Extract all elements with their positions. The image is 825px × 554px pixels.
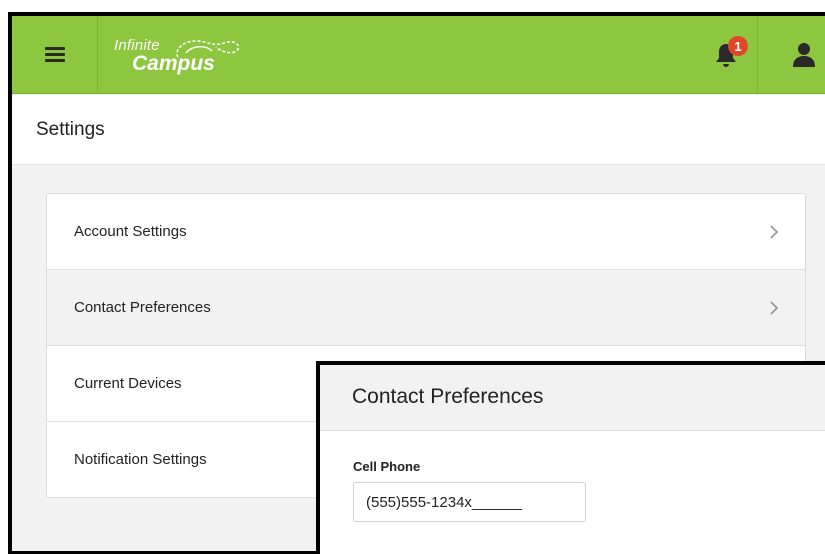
cell-phone-input[interactable] xyxy=(353,482,586,522)
hamburger-icon xyxy=(44,47,65,63)
settings-item-label: Account Settings xyxy=(74,223,187,240)
page-title: Settings xyxy=(36,119,105,140)
settings-item-label: Notification Settings xyxy=(74,451,207,468)
settings-item-account-settings[interactable]: Account Settings xyxy=(47,194,805,270)
settings-item-label: Current Devices xyxy=(74,375,182,392)
detail-panel-header: Contact Preferences xyxy=(320,365,825,431)
user-icon xyxy=(793,43,815,67)
notifications-button[interactable]: 1 xyxy=(694,16,758,94)
user-account-button[interactable] xyxy=(774,16,825,94)
page-header: Settings xyxy=(12,95,825,165)
cell-phone-label: Cell Phone xyxy=(353,459,421,474)
chevron-right-icon xyxy=(770,301,779,315)
main-menu-button[interactable] xyxy=(12,16,98,94)
settings-item-label: Contact Preferences xyxy=(74,299,211,316)
top-navigation-bar: Infinite Campus 1 xyxy=(12,16,825,94)
settings-item-contact-preferences[interactable]: Contact Preferences xyxy=(47,270,805,346)
notification-count-badge: 1 xyxy=(728,36,748,56)
contact-preferences-detail-panel: Contact Preferences Cell Phone xyxy=(316,361,825,554)
detail-panel-title: Contact Preferences xyxy=(352,385,544,408)
infinite-campus-logo[interactable]: Infinite Campus xyxy=(114,33,244,77)
logo-text-line2: Campus xyxy=(132,52,215,75)
chevron-right-icon xyxy=(770,225,779,239)
